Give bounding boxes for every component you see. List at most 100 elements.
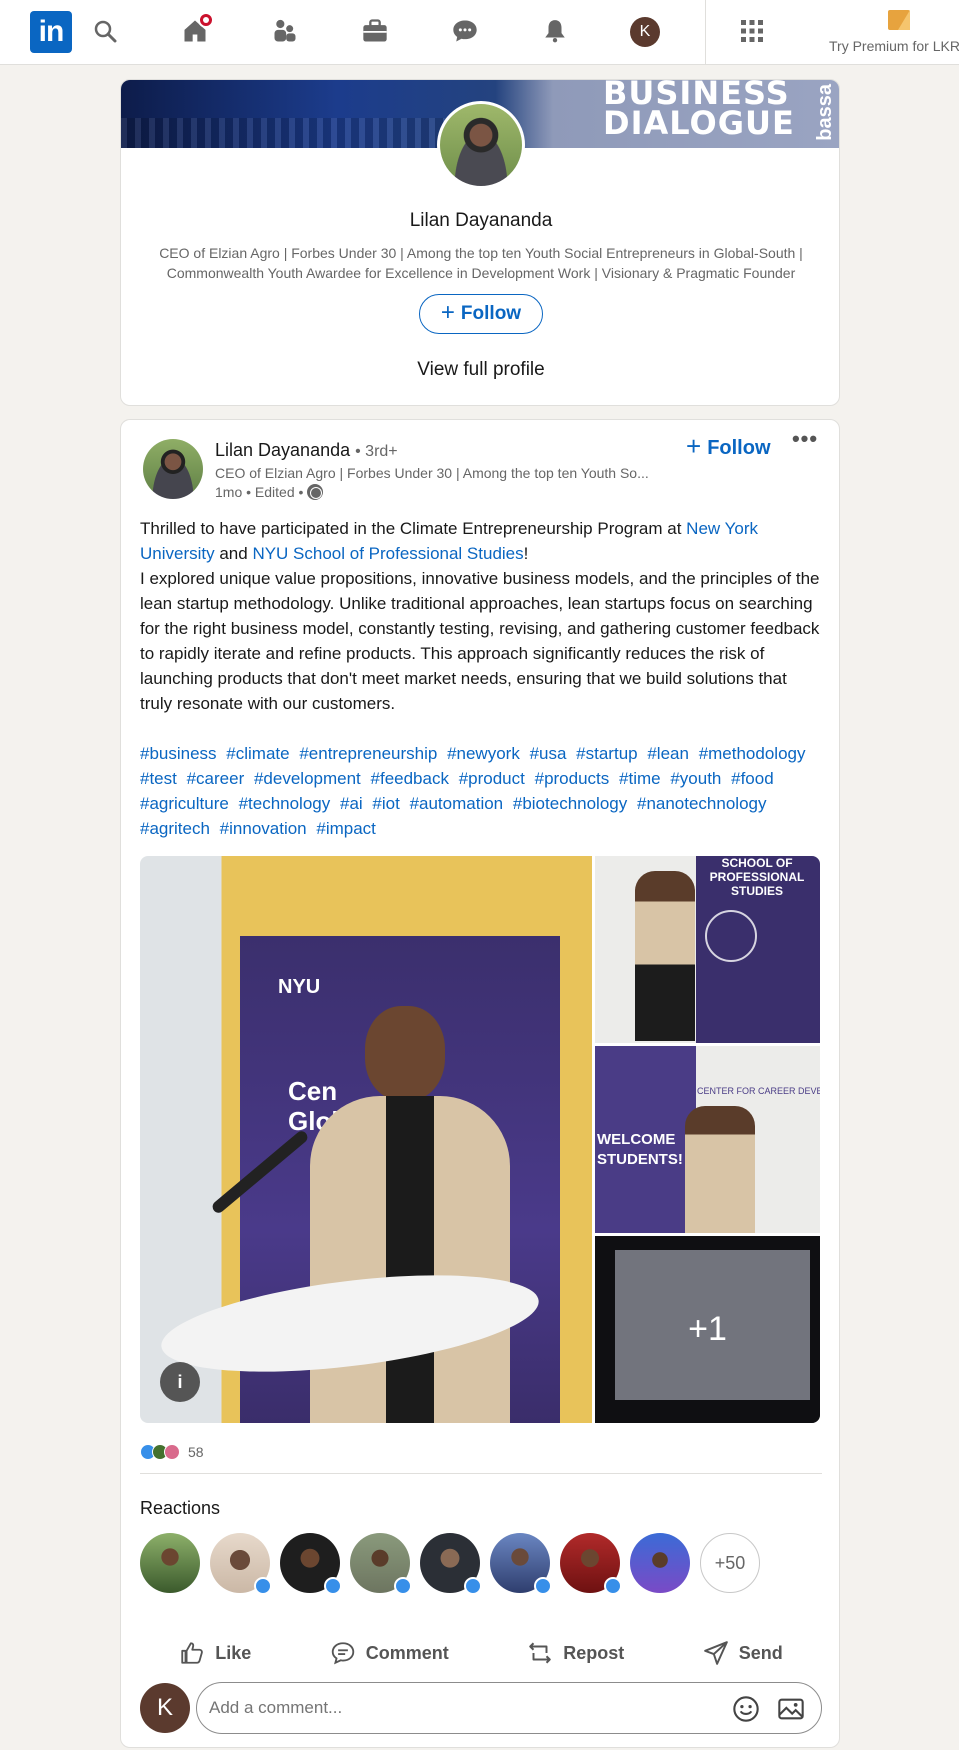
my-network-icon[interactable] [268,14,302,48]
home-icon[interactable] [178,12,214,48]
divider [140,1473,822,1474]
messaging-icon[interactable] [448,14,482,48]
hashtag-link[interactable]: #lean [647,744,689,763]
hashtag-link[interactable]: #youth [670,769,721,788]
view-full-profile-link[interactable]: View full profile [121,359,839,381]
like-label: Like [215,1642,252,1663]
author-headline: CEO of Elzian Agro | Forbes Under 30 | A… [215,465,649,481]
more-options-icon[interactable]: ••• [791,428,819,454]
hashtag-link[interactable]: #food [731,769,774,788]
post-and-text: and [214,544,253,563]
mention-nyu-sps[interactable]: NYU School of Professional Studies [252,544,523,563]
comment-icon [331,1642,354,1665]
reactor-avatar[interactable] [140,1533,200,1593]
arrow-up-icon [705,910,757,962]
hashtag-link[interactable]: #products [535,769,610,788]
profile-photo[interactable] [437,101,525,189]
hashtag-link[interactable]: #newyork [447,744,520,763]
hashtag-link[interactable]: #biotechnology [513,794,627,813]
photo-side-2[interactable]: WELCOME STUDENTS! CENTER FOR CAREER DEVE… [595,1046,820,1233]
linkedin-logo-icon[interactable]: in [30,11,72,53]
me-avatar[interactable]: K [630,17,660,47]
emoji-icon[interactable] [732,1695,760,1723]
author-name-row[interactable]: Lilan Dayananda • 3rd+ [215,440,398,461]
post-card: Lilan Dayananda • 3rd+ CEO of Elzian Agr… [120,419,840,1748]
hashtag-link[interactable]: #methodology [699,744,806,763]
hashtag-link[interactable]: #career [187,769,245,788]
hashtag-link[interactable]: #feedback [371,769,449,788]
hashtag-link[interactable]: #startup [576,744,637,763]
hashtag-link[interactable]: #climate [226,744,289,763]
hashtag-link[interactable]: #nanotechnology [637,794,767,813]
hashtag-link[interactable]: #automation [410,794,504,813]
reactor-avatar[interactable] [280,1533,342,1595]
hashtag-link[interactable]: #agriculture [140,794,229,813]
profile-name[interactable]: Lilan Dayananda [121,210,839,232]
like-badge-icon [464,1577,482,1595]
search-icon[interactable] [88,14,122,48]
follow-button[interactable]: + Follow [419,294,543,334]
photo-person-figure [635,871,695,1041]
like-badge-icon [254,1577,272,1595]
more-photos-overlay[interactable]: +1 [595,1236,820,1423]
like-button[interactable]: Like [179,1640,251,1666]
comment-input[interactable] [209,1695,689,1721]
notifications-bell-icon[interactable] [538,14,572,48]
hashtag-link[interactable]: #innovation [220,819,307,838]
reactor-avatar[interactable] [490,1533,552,1595]
photo-side-1[interactable]: SCHOOL OF PROFESSIONAL STUDIES [595,856,820,1043]
photo-person-figure [685,1106,755,1233]
jobs-icon[interactable] [358,14,392,48]
try-premium-link[interactable]: Try Premium for LKR0 [829,38,959,54]
apps-grid-icon[interactable] [735,14,769,48]
reactor-avatar[interactable] [210,1533,272,1595]
comment-button[interactable]: Comment [330,1640,449,1666]
premium-icon[interactable] [888,10,910,30]
like-badge-icon [324,1577,342,1595]
info-icon[interactable]: i [160,1362,200,1402]
hashtag-link[interactable]: #agritech [140,819,210,838]
post-paragraph: I explored unique value propositions, in… [140,569,820,713]
more-reactors-button[interactable]: +50 [700,1533,760,1593]
hashtag-link[interactable]: #product [459,769,525,788]
image-icon[interactable] [777,1695,805,1723]
hashtag-link[interactable]: #time [619,769,661,788]
author-avatar[interactable] [143,439,203,499]
photo-grid[interactable]: NYU Cen Global i SCHOOL OF PROFESSIONAL … [140,856,820,1423]
post-follow-button[interactable]: + Follow [686,431,771,462]
globe-icon [307,484,324,500]
hashtag-link[interactable]: #usa [530,744,567,763]
commenter-avatar[interactable]: K [140,1683,190,1733]
hashtag-link[interactable]: #entrepreneurship [299,744,437,763]
author-name[interactable]: Lilan Dayananda [215,440,350,460]
post-follow-label: Follow [707,436,771,459]
hashtag-link[interactable]: #technology [239,794,331,813]
hashtag-link[interactable]: #impact [316,819,376,838]
post-timestamp: 1mo • Edited • [215,484,324,500]
reactor-avatar[interactable] [350,1533,412,1595]
hashtag-list: #business #climate #entrepreneurship #ne… [140,741,822,841]
post-excl-text: ! [523,544,529,563]
hashtag-link[interactable]: #development [254,769,361,788]
send-button[interactable]: Send [703,1640,783,1666]
reactor-avatar[interactable] [560,1533,622,1595]
speaker-body [310,1096,510,1423]
hashtag-link[interactable]: #iot [372,794,399,813]
main-photo[interactable]: NYU Cen Global i [140,856,592,1423]
reactor-avatar[interactable] [630,1533,690,1593]
like-badge-icon [604,1577,622,1595]
thumbs-up-icon [181,1642,204,1664]
hashtag-link[interactable]: #business [140,744,217,763]
comment-label: Comment [365,1642,449,1663]
photo-side-3[interactable]: +1 [595,1236,820,1423]
reactor-avatars: +50 [140,1533,760,1595]
comment-box[interactable] [196,1682,822,1734]
speaker-head [365,1006,445,1101]
repost-button[interactable]: Repost [527,1640,624,1666]
reaction-summary[interactable]: 58 [140,1444,204,1460]
hashtag-link[interactable]: #ai [340,794,363,813]
author-profile-card: BUSINESS DIALOGUE bassa Lilan Dayananda … [120,79,840,406]
reaction-count[interactable]: 58 [188,1444,204,1460]
reactor-avatar[interactable] [420,1533,482,1595]
hashtag-link[interactable]: #test [140,769,177,788]
